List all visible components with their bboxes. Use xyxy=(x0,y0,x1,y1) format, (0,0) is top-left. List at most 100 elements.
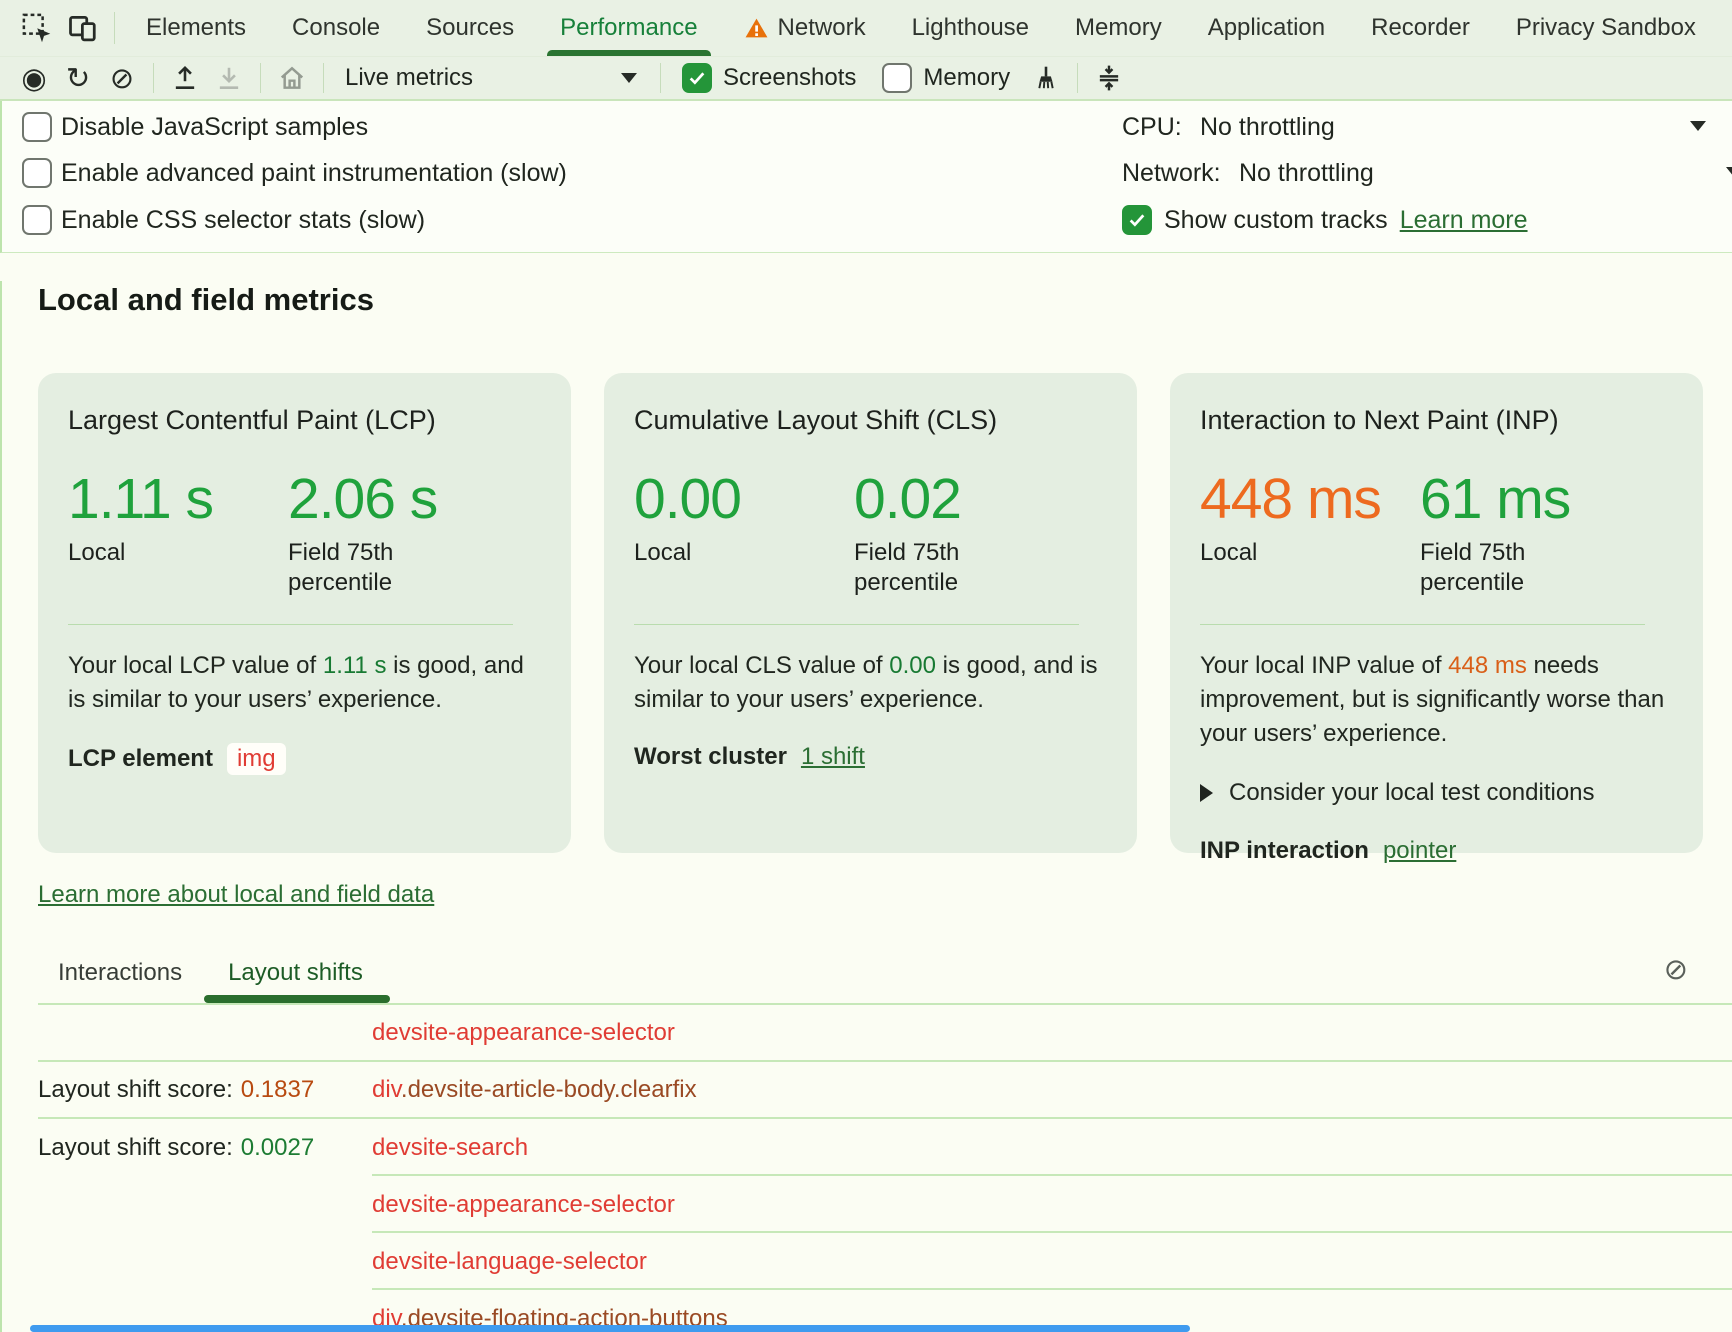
lcp-element-label: LCP element xyxy=(68,745,213,773)
lcp-card: Largest Contentful Paint (LCP) 1.11 s Lo… xyxy=(38,373,571,853)
device-toolbar-button[interactable] xyxy=(60,0,106,56)
lcp-field-value: 2.06 s xyxy=(288,468,508,530)
inp-interaction-link[interactable]: pointer xyxy=(1383,837,1456,865)
live-metrics-home-button[interactable] xyxy=(270,58,314,98)
score-label: Layout shift score: xyxy=(38,1134,233,1161)
reload-and-record-button[interactable]: ↻ xyxy=(56,58,100,98)
inp-card: Interaction to Next Paint (INP) 448 ms L… xyxy=(1170,373,1703,853)
node-link-classes[interactable]: .devsite-article-body.clearfix xyxy=(401,1076,697,1103)
card-divider xyxy=(634,624,1079,625)
record-icon: ◉ xyxy=(21,64,46,93)
clear-log-button[interactable]: ⊘ xyxy=(1664,955,1688,986)
cls-local-value: 0.00 xyxy=(634,468,854,530)
layout-shift-row: Layout shift score: 0.0027 devsite-search xyxy=(38,1119,1732,1176)
inp-inline-value: 448 ms xyxy=(1448,652,1527,679)
memory-checkbox[interactable] xyxy=(882,63,912,93)
save-profile-button[interactable] xyxy=(207,58,251,98)
chevron-down-icon xyxy=(1690,121,1706,131)
load-profile-button[interactable] xyxy=(163,58,207,98)
bottom-scroll-indicator[interactable] xyxy=(30,1325,1190,1332)
score-value: 0.0027 xyxy=(241,1134,314,1161)
tab-elements[interactable]: Elements xyxy=(123,0,269,56)
show-custom-tracks-label: Show custom tracks xyxy=(1164,206,1388,235)
tab-label: Application xyxy=(1208,14,1325,42)
check-icon xyxy=(1126,209,1148,231)
clear-button[interactable]: ⊘ xyxy=(100,58,144,98)
tab-recorder[interactable]: Recorder xyxy=(1348,0,1493,56)
network-warning-icon xyxy=(744,16,769,41)
screenshots-checkbox[interactable] xyxy=(682,63,712,93)
network-label: Network: xyxy=(1122,159,1221,188)
collect-garbage-button[interactable] xyxy=(1024,58,1068,98)
cpu-label: CPU: xyxy=(1122,113,1182,142)
tab-privacy-sandbox[interactable]: Privacy Sandbox xyxy=(1493,0,1719,56)
lcp-inline-value: 1.11 s xyxy=(323,652,387,679)
option-label: Enable advanced paint instrumentation (s… xyxy=(61,159,567,188)
learn-more-local-field-link[interactable]: Learn more about local and field data xyxy=(38,881,434,909)
cpu-throttling-select[interactable]: CPU: No throttling xyxy=(1122,109,1732,145)
cls-field-label: Field 75th percentile xyxy=(854,538,1014,598)
local-test-conditions-disclosure[interactable]: Consider your local test conditions xyxy=(1200,779,1673,807)
download-icon xyxy=(215,64,243,92)
tab-sources[interactable]: Sources xyxy=(403,0,537,56)
inp-card-title: Interaction to Next Paint (INP) xyxy=(1200,405,1673,436)
option-label: Enable CSS selector stats (slow) xyxy=(61,206,425,235)
screenshots-toggle[interactable]: Screenshots xyxy=(682,63,856,93)
tab-label: Elements xyxy=(146,14,246,42)
toolbar-divider xyxy=(153,63,154,93)
score-value: 0.1837 xyxy=(241,1076,314,1103)
css-selector-stats-option[interactable]: Enable CSS selector stats (slow) xyxy=(22,202,425,238)
network-throttling-select[interactable]: Network: No throttling xyxy=(1122,155,1732,191)
tab-performance[interactable]: Performance xyxy=(537,0,720,56)
worst-cluster-label: Worst cluster xyxy=(634,743,787,771)
layout-shift-row: devsite-appearance-selector xyxy=(38,1005,1732,1062)
history-dropdown-value: Live metrics xyxy=(345,64,473,92)
lcp-description: Your local LCP value of 1.11 s is good, … xyxy=(68,649,541,717)
clear-icon: ⊘ xyxy=(110,64,134,93)
tab-memory[interactable]: Memory xyxy=(1052,0,1185,56)
custom-tracks-learn-more-link[interactable]: Learn more xyxy=(1400,206,1528,235)
inp-field-value: 61 ms xyxy=(1420,468,1640,530)
node-link[interactable]: devsite-appearance-selector xyxy=(372,1191,675,1218)
disclosure-label: Consider your local test conditions xyxy=(1229,779,1595,807)
metric-cards: Largest Contentful Paint (LCP) 1.11 s Lo… xyxy=(38,373,1700,853)
inp-local-label: Local xyxy=(1200,538,1360,568)
layout-shift-row: Layout shift score: 0.1837 div.devsite-ar… xyxy=(38,1062,1732,1119)
advanced-paint-checkbox[interactable] xyxy=(22,158,52,188)
worst-cluster-link[interactable]: 1 shift xyxy=(801,743,865,771)
broom-icon xyxy=(1032,64,1060,92)
node-link[interactable]: devsite-search xyxy=(372,1134,528,1161)
devtools-window: Elements Console Sources Performance Net… xyxy=(0,0,1732,1332)
tab-label: Recorder xyxy=(1371,14,1470,42)
disable-js-samples-checkbox[interactable] xyxy=(22,112,52,142)
node-link[interactable]: div xyxy=(372,1076,401,1103)
tab-interactions[interactable]: Interactions xyxy=(58,959,182,987)
tab-layout-shifts[interactable]: Layout shifts xyxy=(228,959,363,987)
tab-application[interactable]: Application xyxy=(1185,0,1348,56)
score-label: Layout shift score: xyxy=(38,1076,233,1103)
lcp-card-title: Largest Contentful Paint (LCP) xyxy=(68,405,541,436)
tab-network[interactable]: Network xyxy=(721,0,889,56)
inspect-element-button[interactable] xyxy=(14,0,60,56)
tab-console[interactable]: Console xyxy=(269,0,403,56)
record-button[interactable]: ◉ xyxy=(12,58,56,98)
device-toolbar-icon xyxy=(68,13,98,43)
cpu-value: No throttling xyxy=(1200,113,1335,142)
advanced-paint-option[interactable]: Enable advanced paint instrumentation (s… xyxy=(22,155,567,191)
show-custom-tracks-option[interactable]: Show custom tracks Learn more xyxy=(1122,202,1528,238)
history-dropdown[interactable]: Live metrics xyxy=(333,64,651,92)
node-link[interactable]: devsite-language-selector xyxy=(372,1248,647,1275)
lcp-element-node-link[interactable]: img xyxy=(227,743,286,775)
screenshots-label: Screenshots xyxy=(723,64,856,92)
css-selector-stats-checkbox[interactable] xyxy=(22,205,52,235)
collapse-panel-button[interactable] xyxy=(1087,58,1131,98)
tab-lighthouse[interactable]: Lighthouse xyxy=(889,0,1052,56)
memory-toggle[interactable]: Memory xyxy=(882,63,1010,93)
reload-icon: ↻ xyxy=(66,64,90,93)
clear-icon: ⊘ xyxy=(1664,952,1688,986)
network-value: No throttling xyxy=(1239,159,1374,188)
node-link[interactable]: devsite-appearance-selector xyxy=(372,1019,675,1046)
show-custom-tracks-checkbox[interactable] xyxy=(1122,205,1152,235)
inp-interaction-label: INP interaction xyxy=(1200,837,1369,865)
disable-js-samples-option[interactable]: Disable JavaScript samples xyxy=(22,109,368,145)
